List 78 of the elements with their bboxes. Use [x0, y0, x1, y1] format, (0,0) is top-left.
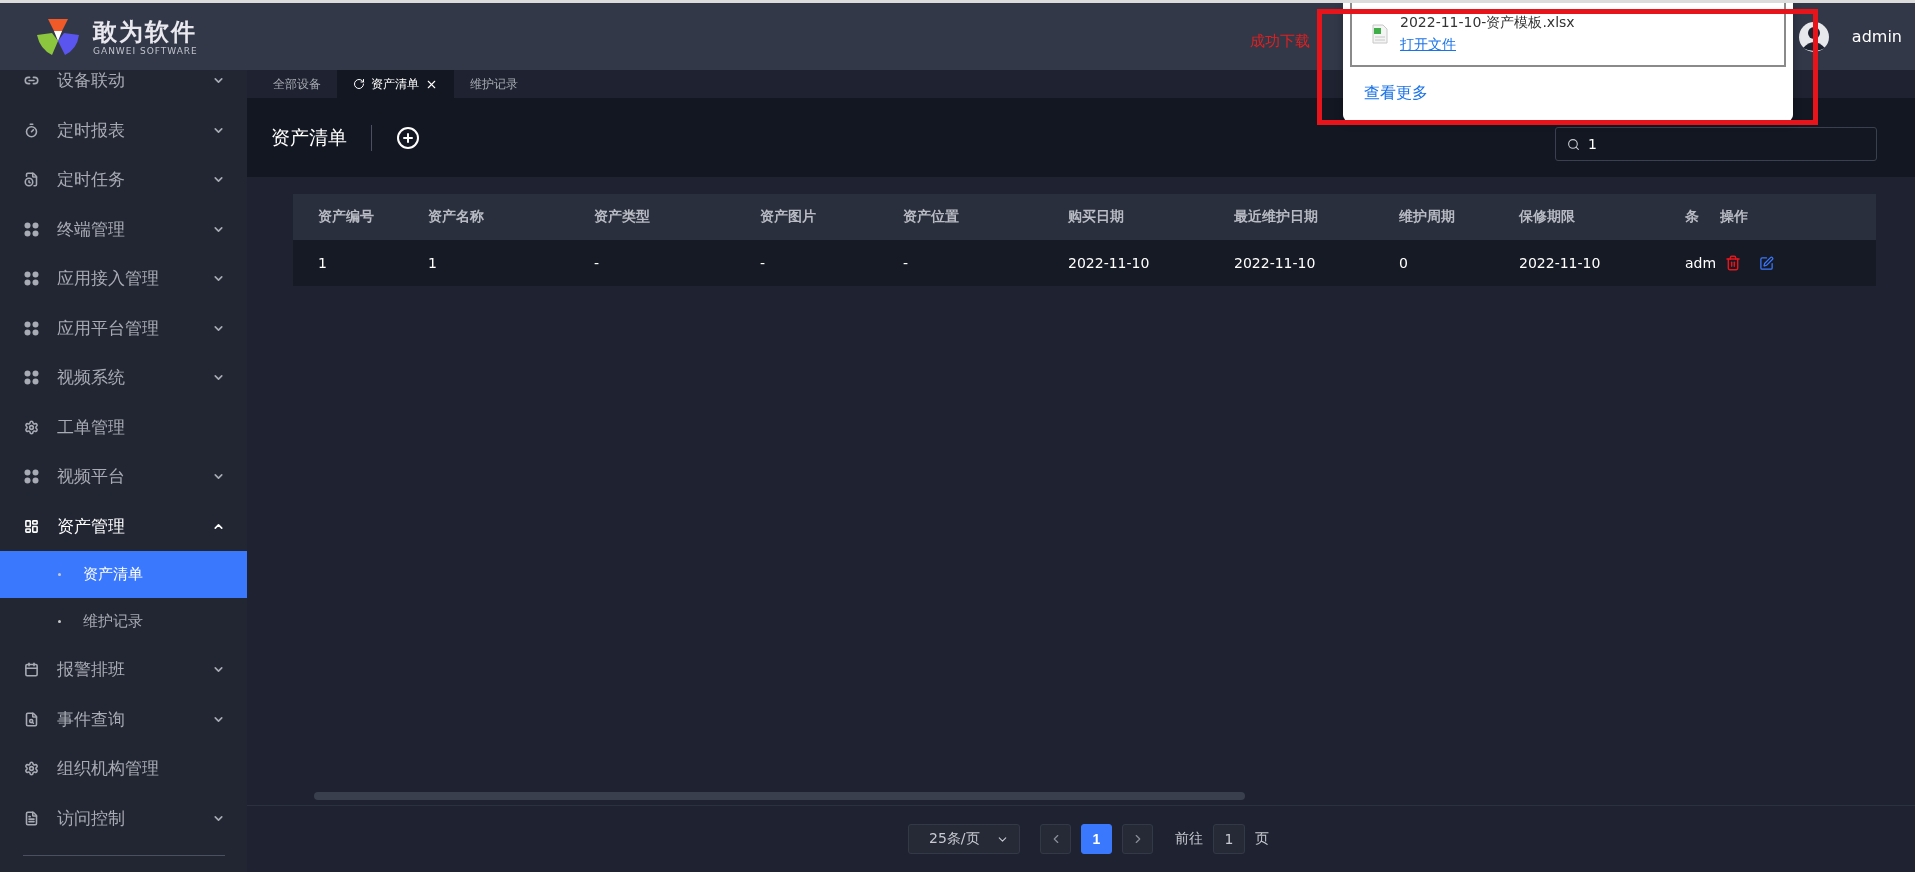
four-dots-icon: [24, 320, 39, 336]
page-size-select[interactable]: 25条/页: [908, 824, 1020, 854]
gear-icon: [24, 761, 39, 777]
page-suffix: 页: [1255, 830, 1269, 848]
download-notice: 成功下载: [1249, 32, 1310, 51]
four-dots-icon: [24, 469, 39, 485]
gear-icon: [24, 419, 39, 435]
see-more-link[interactable]: 查看更多: [1364, 83, 1428, 104]
sidebar-subitem[interactable]: 资产清单: [0, 551, 247, 598]
four-dots-icon: [24, 271, 39, 287]
table-cell: 2022-11-10: [1209, 240, 1374, 286]
column-header: 资产类型: [569, 194, 735, 240]
sidebar-subitem[interactable]: 维护记录: [0, 598, 247, 645]
edit-icon[interactable]: [1759, 255, 1774, 271]
table-cell: 2022-11-10: [1043, 240, 1209, 286]
sidebar-item[interactable]: 应用平台管理: [0, 303, 247, 353]
sidebar-item[interactable]: 事件查询: [0, 694, 247, 744]
table-cell: 2022-11-10: [1494, 240, 1660, 286]
column-header: 保修期限: [1494, 194, 1660, 240]
column-header: 操作: [1720, 194, 1876, 240]
file-name: 2022-11-10-资产模板.xlsx: [1400, 14, 1575, 32]
download-item[interactable]: 2022-11-10-资产模板.xlsx 打开文件: [1350, 3, 1786, 67]
sidebar-item[interactable]: 终端管理: [0, 204, 247, 254]
table-cell: -: [878, 240, 1043, 286]
file-search-icon: [24, 711, 39, 727]
tab[interactable]: 资产清单: [337, 70, 454, 98]
refresh-icon[interactable]: [353, 78, 365, 90]
username[interactable]: admin: [1851, 27, 1902, 46]
column-header: 条: [1660, 194, 1720, 240]
goto-label: 前往: [1175, 830, 1203, 848]
column-header: 最近维护日期: [1209, 194, 1374, 240]
page-title: 资产清单: [271, 124, 347, 150]
sidebar-item[interactable]: 访问控制: [0, 793, 247, 843]
avatar-icon[interactable]: [1797, 20, 1830, 53]
sidebar-item[interactable]: 报警排班: [0, 645, 247, 695]
table-cell: 1: [403, 240, 569, 286]
sidebar-item[interactable]: 组织机构管理: [0, 744, 247, 794]
logo-subtext: GANWEI SOFTWARE: [93, 45, 198, 56]
document-icon: [24, 810, 39, 826]
calendar-icon: [24, 662, 39, 678]
search-field[interactable]: 1: [1555, 126, 1877, 161]
sidebar-item[interactable]: 资产管理: [0, 501, 247, 551]
four-dots-icon: [24, 370, 39, 386]
four-dots-icon: [24, 221, 39, 237]
spreadsheet-file-icon: [1372, 24, 1388, 44]
column-header: 资产图片: [735, 194, 878, 240]
table-cell: -: [735, 240, 878, 286]
sidebar-item[interactable]: 设备联动: [0, 70, 247, 106]
tab[interactable]: 全部设备: [257, 70, 337, 98]
tab[interactable]: 维护记录: [454, 70, 534, 98]
column-header: 购买日期: [1043, 194, 1209, 240]
scrollbar[interactable]: [314, 792, 1245, 800]
logo-icon: [37, 16, 79, 57]
sidebar-item[interactable]: 定时报表: [0, 105, 247, 155]
column-header: 资产编号: [293, 194, 403, 240]
sidebar-item[interactable]: 视频平台: [0, 452, 247, 502]
add-button[interactable]: [396, 125, 420, 150]
sidebar-item[interactable]: 视频系统: [0, 353, 247, 403]
timer-icon: [24, 122, 39, 138]
table-cell: adm: [1660, 240, 1720, 286]
table-cell: -: [569, 240, 735, 286]
page-button[interactable]: 1: [1081, 824, 1112, 854]
column-header: 资产位置: [878, 194, 1043, 240]
logo-text: 敢为软件: [93, 17, 198, 46]
sidebar-item[interactable]: 工单管理: [0, 402, 247, 452]
sidebar-item[interactable]: 定时任务: [0, 155, 247, 205]
plus-circle-icon: [396, 125, 420, 150]
column-header: 维护周期: [1374, 194, 1494, 240]
dashboard-icon: [24, 518, 39, 534]
delete-icon[interactable]: [1725, 255, 1741, 271]
open-file-link[interactable]: 打开文件: [1400, 36, 1456, 52]
sidebar-item[interactable]: 应用接入管理: [0, 254, 247, 304]
column-header: 资产名称: [403, 194, 569, 240]
file-clock-icon: [24, 172, 39, 188]
table-cell: 1: [293, 240, 403, 286]
search-icon: [1567, 137, 1580, 151]
goto-page-field[interactable]: 1: [1213, 824, 1245, 854]
table-cell: 0: [1374, 240, 1494, 286]
